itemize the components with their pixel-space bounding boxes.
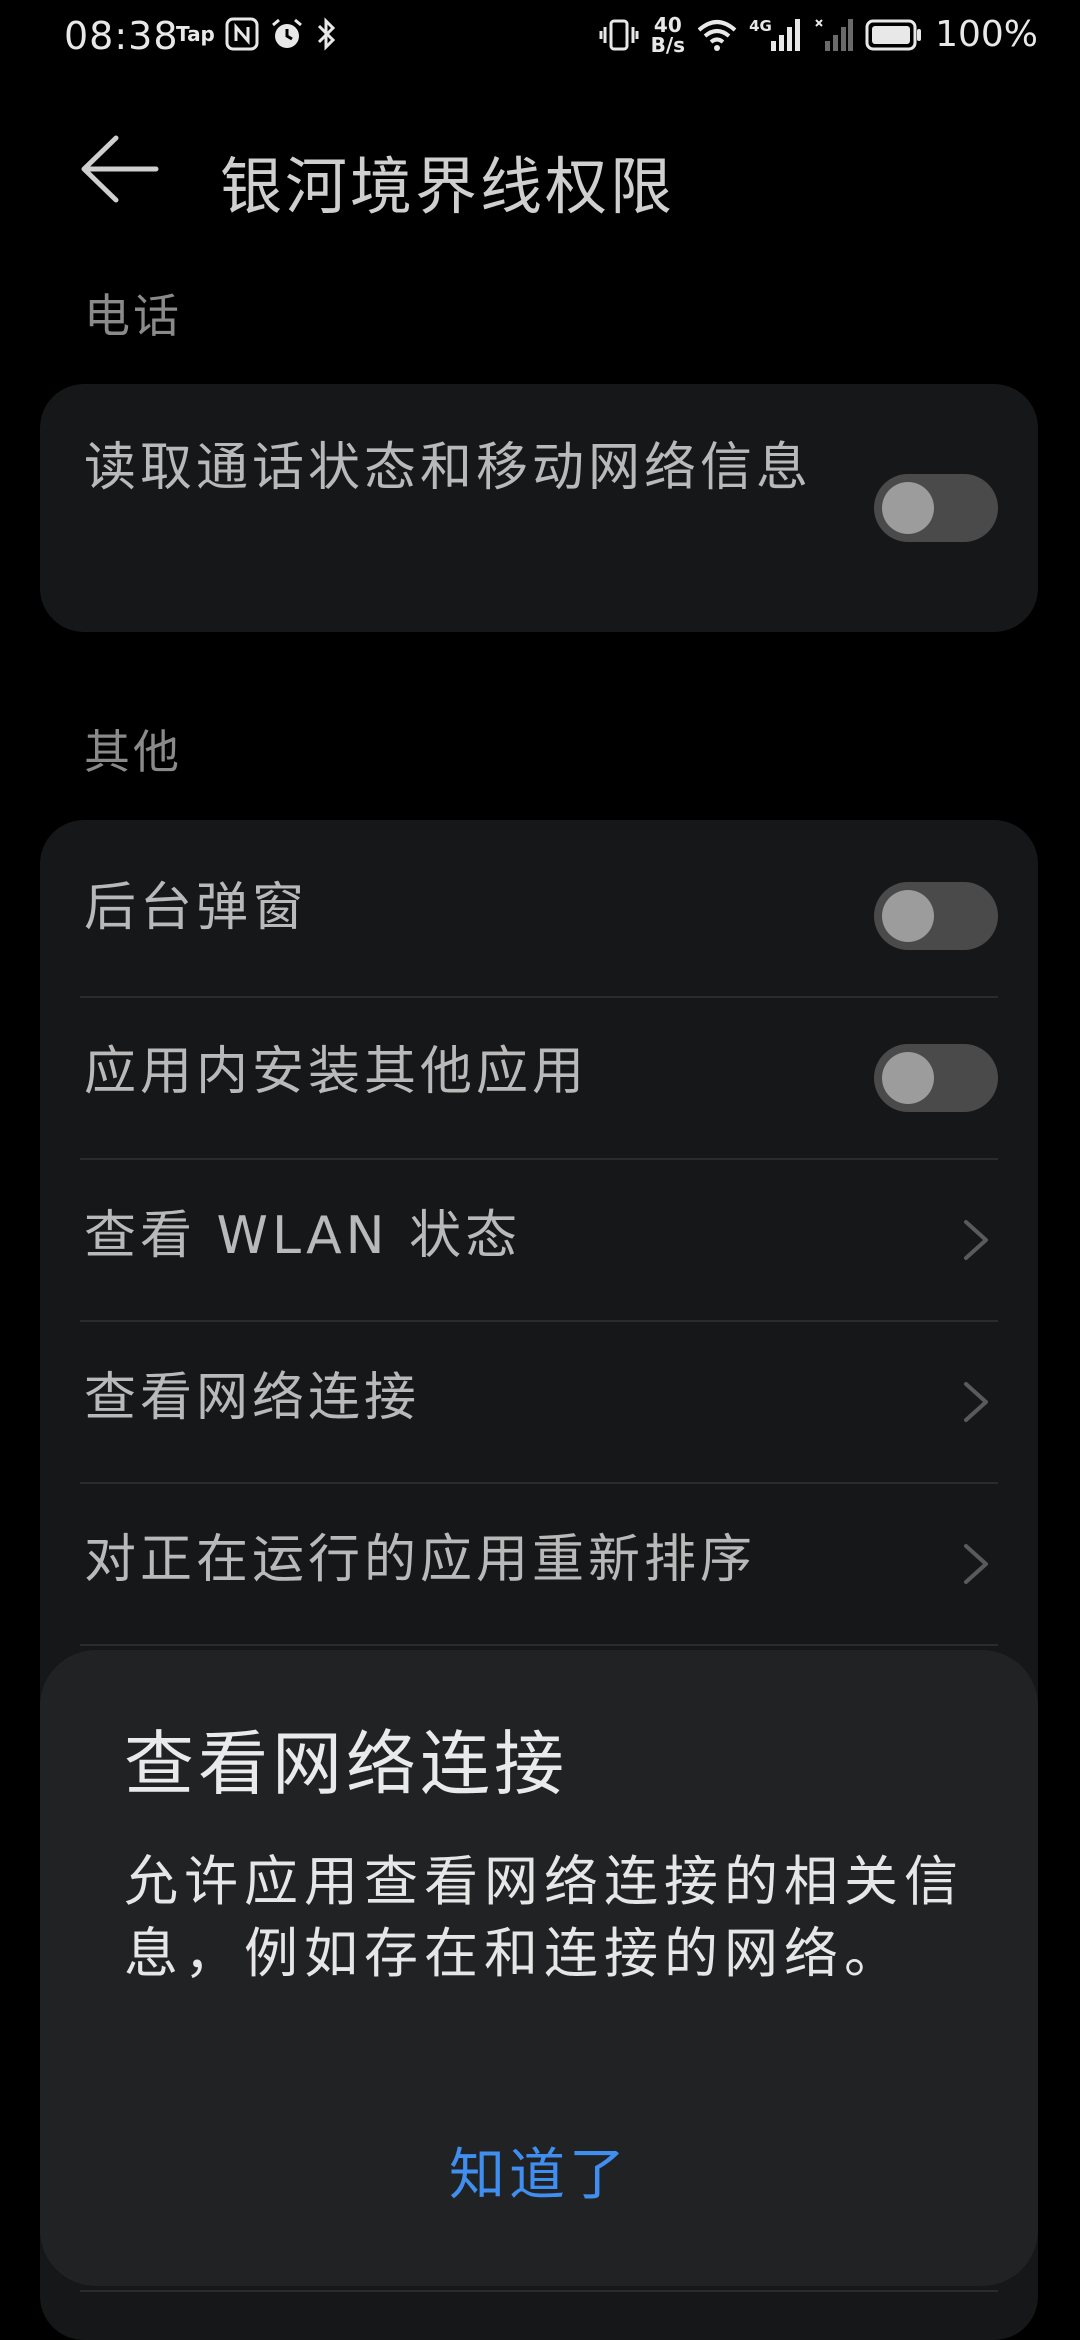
permission-screen: 08:38 Tap 40 B/s 4G 100% 银河境界线权限 电话 读取通话… — [0, 0, 1080, 2340]
signal-bars-icon — [771, 18, 801, 51]
back-arrow-icon[interactable] — [80, 134, 160, 204]
dialog-body: 允许应用查看网络连接的相关信息，例如存在和连接的网络。 — [124, 1850, 964, 1985]
row-label-view-wlan-state: 查看 WLAN 状态 — [84, 1206, 522, 1266]
vibrate-icon — [599, 19, 639, 50]
dialog-ok-button-row: 知道了 — [40, 2130, 1038, 2211]
bluetooth-icon — [317, 17, 336, 51]
row-view-wlan-state[interactable]: 查看 WLAN 状态 — [40, 1160, 1038, 1320]
status-time: 08:38 — [64, 14, 179, 58]
title-bar: 银河境界线权限 — [0, 100, 1080, 240]
row-install-apps[interactable]: 应用内安装其他应用 — [40, 998, 1038, 1158]
status-right-icons: 40 B/s 4G 100% — [599, 14, 1038, 55]
cell-signal-1: 4G — [749, 17, 801, 53]
row-label-reorder-running-apps: 对正在运行的应用重新排序 — [84, 1530, 757, 1590]
row-reorder-running-apps[interactable]: 对正在运行的应用重新排序 — [40, 1484, 1038, 1644]
row-background-popup[interactable]: 后台弹窗 — [40, 820, 1038, 996]
toggle-knob — [882, 890, 934, 942]
toggle-background-popup[interactable] — [874, 882, 998, 950]
row-label-background-popup: 后台弹窗 — [84, 878, 309, 938]
battery-icon — [865, 19, 922, 50]
section-label-other: 其他 — [84, 725, 182, 779]
chevron-right-icon — [964, 1382, 988, 1422]
alarm-icon — [271, 18, 302, 48]
row-read-call-state[interactable]: 读取通话状态和移动网络信息 — [40, 384, 1038, 632]
card-phone: 读取通话状态和移动网络信息 — [40, 384, 1038, 632]
page-title: 银河境界线权限 — [220, 150, 676, 223]
toggle-knob — [882, 482, 934, 534]
dialog-title: 查看网络连接 — [124, 1723, 568, 1805]
row-label-install-apps: 应用内安装其他应用 — [84, 1042, 589, 1102]
wifi-icon — [697, 19, 737, 51]
chevron-right-icon — [964, 1544, 988, 1584]
tap-icon: Tap — [176, 22, 215, 46]
got-it-button[interactable]: 知道了 — [449, 2143, 629, 2208]
toggle-install-apps[interactable] — [874, 1044, 998, 1112]
status-left-icons: Tap — [176, 16, 339, 52]
signal-bars-empty-icon — [815, 18, 854, 51]
status-bar: 08:38 Tap 40 B/s 4G 100% — [0, 0, 1080, 76]
network-speed-value: 40 — [653, 12, 682, 37]
row-label-view-network-connections: 查看网络连接 — [84, 1368, 421, 1428]
row-view-network-connections[interactable]: 查看网络连接 — [40, 1322, 1038, 1482]
toggle-knob — [882, 1052, 934, 1104]
section-label-phone: 电话 — [84, 289, 182, 343]
toggle-read-call-state[interactable] — [874, 474, 998, 542]
network-speed: 40 B/s — [651, 15, 685, 55]
network-speed-unit: B/s — [650, 32, 686, 57]
battery-percent: 100% — [935, 14, 1038, 55]
chevron-right-icon — [964, 1220, 988, 1260]
row-label-read-call-state: 读取通话状态和移动网络信息 — [84, 438, 813, 498]
divider — [80, 1644, 998, 1646]
info-dialog: 查看网络连接 允许应用查看网络连接的相关信息，例如存在和连接的网络。 知道了 — [40, 1650, 1038, 2286]
nfc-icon — [225, 17, 259, 51]
divider — [80, 2290, 998, 2292]
